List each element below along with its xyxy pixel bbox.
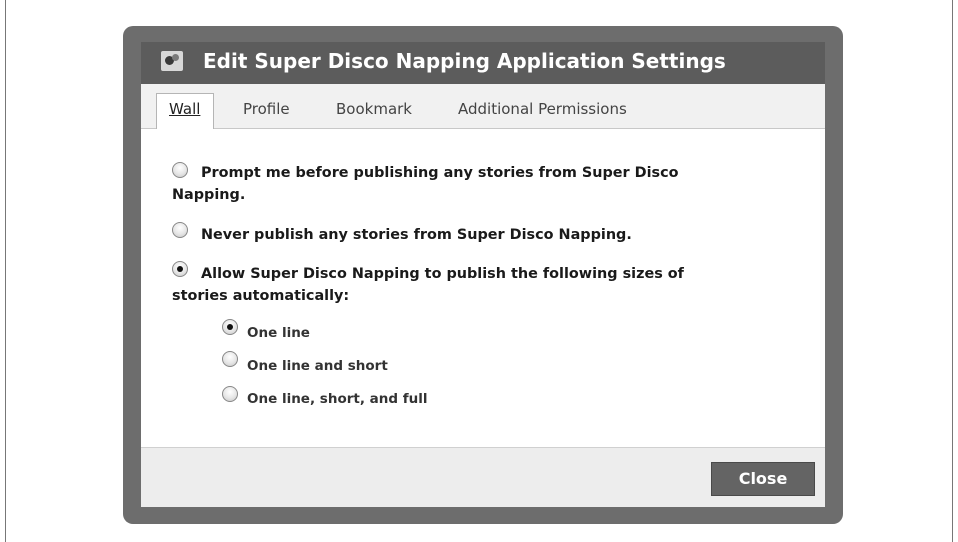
one-line-short-full-label: One line, short, and full	[247, 391, 428, 407]
prompt-before-publishing-label-line1: Prompt me before publishing any stories …	[201, 165, 679, 181]
prompt-before-publishing-label-line2: Napping.	[172, 187, 246, 203]
tab-additional-permissions[interactable]: Additional Permissions	[458, 100, 627, 118]
allow-publish-label-line1: Allow Super Disco Napping to publish the…	[201, 266, 684, 282]
prompt-before-publishing-radio[interactable]	[172, 162, 188, 178]
never-publish-radio[interactable]	[172, 222, 188, 238]
one-line-radio[interactable]	[222, 319, 238, 335]
app-icon	[161, 51, 183, 71]
never-publish-label: Never publish any stories from Super Dis…	[201, 227, 632, 243]
one-line-short-full-radio[interactable]	[222, 386, 238, 402]
close-button[interactable]: Close	[711, 462, 815, 496]
tab-bookmark[interactable]: Bookmark	[336, 100, 412, 118]
one-line-and-short-radio[interactable]	[222, 351, 238, 367]
one-line-and-short-label: One line and short	[247, 358, 388, 374]
tab-wall[interactable]: Wall	[169, 100, 200, 118]
frame-border-left	[5, 0, 6, 542]
frame-border-right	[952, 0, 953, 542]
tab-profile[interactable]: Profile	[243, 100, 290, 118]
allow-publish-radio[interactable]	[172, 261, 188, 277]
allow-publish-label-line2: stories automatically:	[172, 288, 350, 304]
one-line-label: One line	[247, 325, 310, 341]
dialog-title: Edit Super Disco Napping Application Set…	[203, 49, 726, 73]
